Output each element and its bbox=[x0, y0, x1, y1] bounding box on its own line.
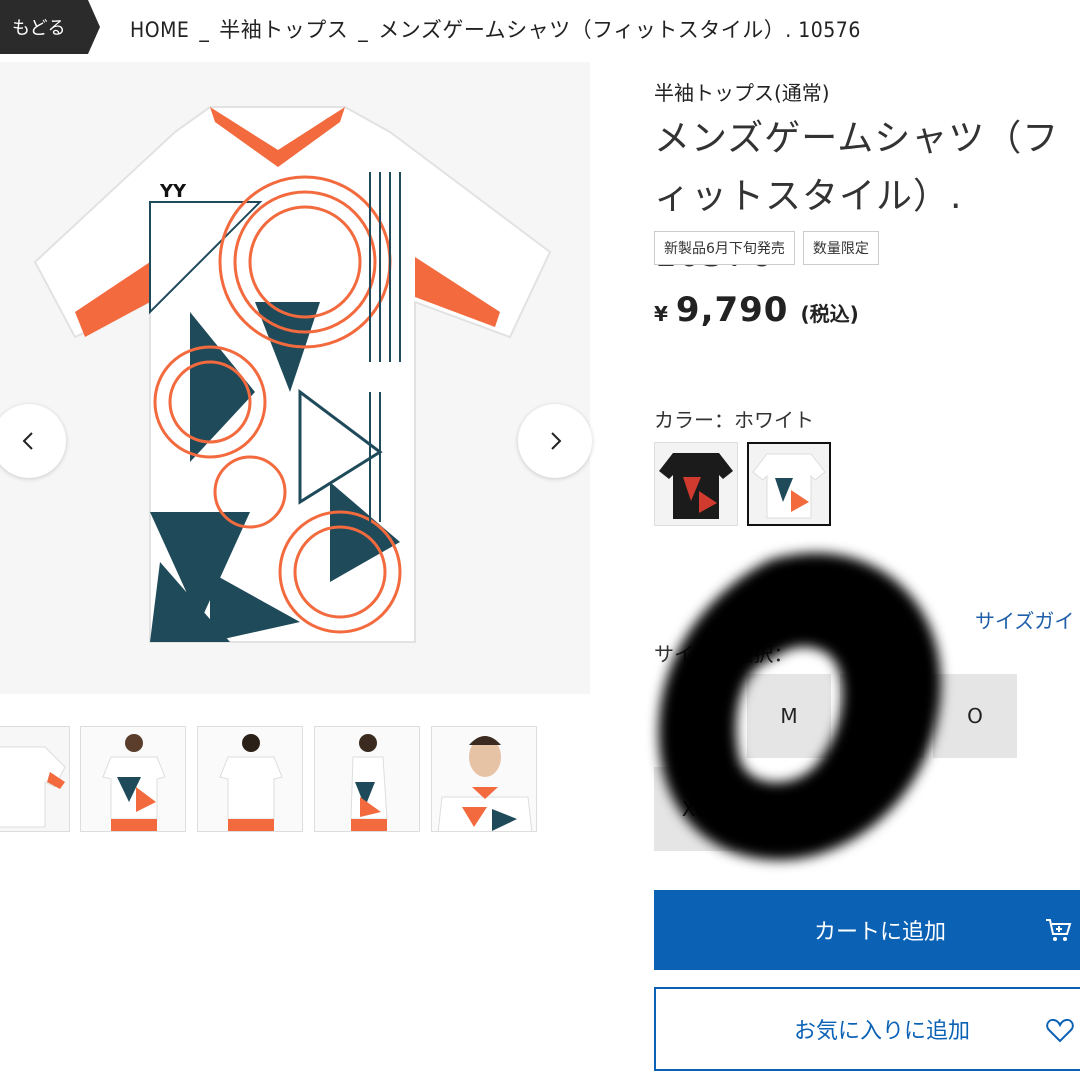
product-category: 半袖トップス(通常) bbox=[654, 81, 830, 105]
price: ¥ 9,790 (税込) bbox=[654, 290, 859, 330]
thumbnail-shirt-back[interactable] bbox=[0, 726, 70, 832]
size-option-xo[interactable]: XO bbox=[654, 767, 738, 851]
breadcrumb-home[interactable]: HOME bbox=[130, 18, 189, 42]
size-guide-link[interactable]: サイズガイ bbox=[975, 605, 1074, 634]
heart-icon bbox=[1046, 1018, 1074, 1043]
size-option-o[interactable]: O bbox=[933, 674, 1017, 758]
chevron-right-icon bbox=[551, 432, 562, 450]
add-to-cart-button[interactable]: カートに追加 bbox=[654, 890, 1080, 970]
color-label: カラー：ホワイト bbox=[654, 408, 814, 432]
price-tax: (税込) bbox=[800, 302, 859, 326]
size-option-l[interactable]: L bbox=[840, 674, 924, 758]
color-swatch-white[interactable] bbox=[747, 442, 831, 526]
badge-limited: 数量限定 bbox=[802, 231, 879, 265]
shirt-image: YY bbox=[33, 106, 552, 643]
thumbnail-model-side[interactable] bbox=[314, 726, 420, 832]
breadcrumb-current: メンズゲームシャツ（フィットスタイル）. 10576 bbox=[378, 18, 861, 42]
thumbnail-model-back[interactable] bbox=[197, 726, 303, 832]
price-amount: 9,790 bbox=[675, 290, 789, 330]
svg-text:YY: YY bbox=[159, 181, 187, 202]
next-image-button[interactable] bbox=[518, 404, 592, 478]
size-label: サイズを選択： bbox=[654, 642, 794, 666]
thumbnail-model-front[interactable] bbox=[80, 726, 186, 832]
breadcrumb-category[interactable]: 半袖トップス bbox=[219, 18, 348, 42]
add-to-favorites-button[interactable]: お気に入りに追加 bbox=[654, 987, 1080, 1071]
main-product-image: YY bbox=[0, 62, 592, 694]
breadcrumb-separator: _ bbox=[358, 18, 369, 42]
chevron-left-icon bbox=[22, 432, 33, 450]
cart-icon bbox=[1046, 919, 1072, 941]
favorite-button-label: お気に入りに追加 bbox=[794, 1019, 971, 1044]
badge-list: 新製品6月下旬発売 数量限定 bbox=[654, 231, 879, 265]
thumbnail-model-closeup[interactable] bbox=[431, 726, 537, 832]
badge-new-release: 新製品6月下旬発売 bbox=[654, 231, 795, 265]
cart-button-label: カートに追加 bbox=[814, 920, 947, 945]
breadcrumb-separator: _ bbox=[199, 18, 210, 42]
breadcrumb: HOME _ 半袖トップス _ メンズゲームシャツ（フィットスタイル）. 10576 bbox=[130, 14, 861, 44]
size-option-m[interactable]: M bbox=[747, 674, 831, 758]
color-swatch-black[interactable] bbox=[654, 442, 738, 526]
price-currency: ¥ bbox=[654, 302, 668, 326]
back-button[interactable]: もどる bbox=[0, 0, 100, 54]
